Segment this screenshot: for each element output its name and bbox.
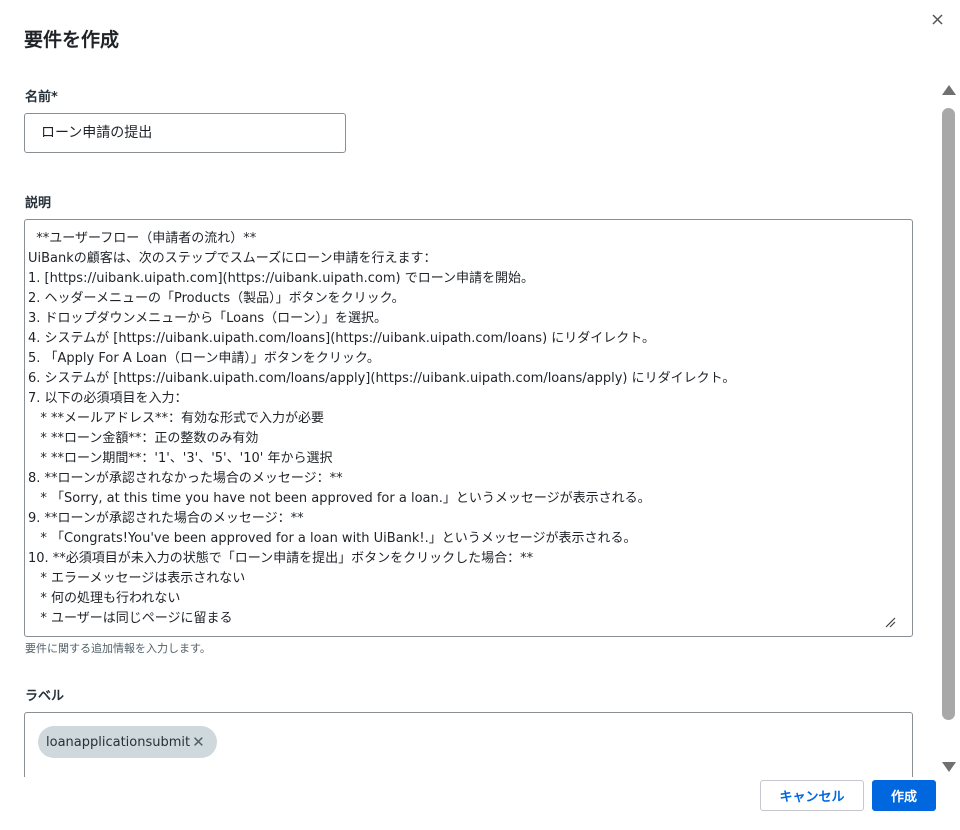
description-helper-text: 要件に関する追加情報を入力します。 [25,642,211,655]
resize-grip-icon[interactable] [885,617,896,628]
cancel-button[interactable]: キャンセル [760,780,864,811]
labels-label: ラベル [25,689,65,704]
description-text: **ユーザーフロー（申請者の流れ）** UiBankの顧客は、次のステップでスム… [28,231,736,626]
vertical-scrollbar[interactable] [938,80,960,777]
close-button[interactable] [926,8,948,30]
arrow-up-icon[interactable] [942,85,956,95]
label-chip: loanapplicationsubmit ✕ [38,726,217,758]
scrollbar-thumb[interactable] [942,108,955,720]
description-label: 説明 [25,196,52,211]
close-icon[interactable]: ✕ [192,734,205,750]
close-icon [931,13,943,25]
dialog-body: 名前* ローン申請の提出 説明 **ユーザーフロー（申請者の流れ）** UiBa… [0,80,960,777]
description-textarea[interactable]: **ユーザーフロー（申請者の流れ）** UiBankの顧客は、次のステップでスム… [24,219,913,637]
name-input[interactable]: ローン申請の提出 [24,113,346,153]
create-requirement-dialog: 要件を作成 名前* ローン申請の提出 説明 **ユーザーフロー（申請者の流れ）*… [0,0,960,830]
label-chip-text: loanapplicationsubmit [46,734,191,750]
create-button[interactable]: 作成 [872,780,936,811]
name-label: 名前* [25,90,58,105]
labels-input[interactable]: loanapplicationsubmit ✕ [24,712,913,777]
dialog-title: 要件を作成 [24,29,120,51]
arrow-down-icon[interactable] [942,762,956,772]
